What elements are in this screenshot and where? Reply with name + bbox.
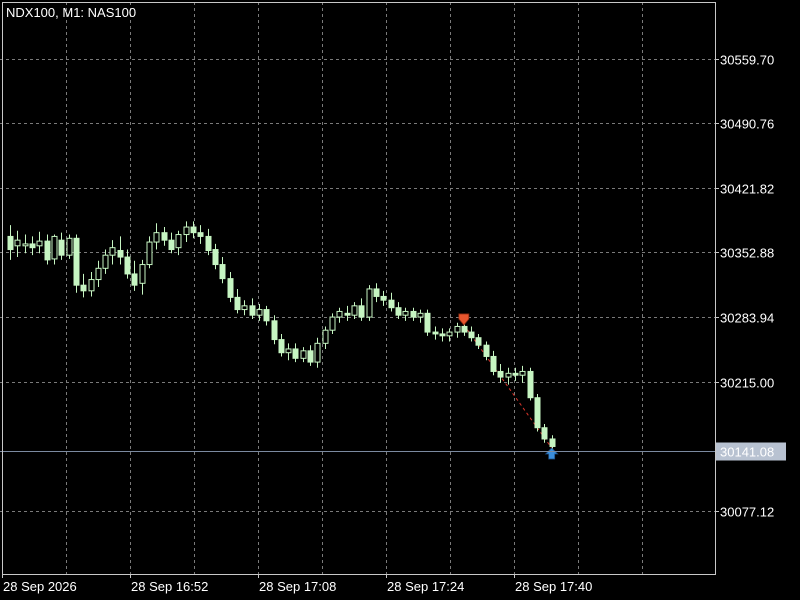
candle-body-up: [285, 348, 292, 354]
candle-body-down: [44, 240, 51, 261]
candle: [534, 393, 541, 432]
candle-body-up: [314, 342, 321, 363]
candle-body-down: [58, 239, 65, 256]
candle-body-down: [292, 348, 299, 359]
candle-body-up: [336, 310, 343, 318]
candle-body-down: [395, 307, 402, 316]
candle-body-up: [183, 226, 190, 236]
candle-body-up: [175, 234, 182, 249]
candle-body-down: [234, 296, 241, 311]
y-tick-label: 30352.88: [720, 246, 774, 261]
candle-body-down: [168, 239, 175, 251]
candle-body-up: [51, 235, 58, 260]
candle-body-down: [468, 331, 475, 339]
candle: [366, 285, 373, 321]
y-tick-label: 30421.82: [720, 182, 774, 197]
candle-body-down: [497, 370, 504, 378]
chart-background: [0, 0, 800, 600]
candle-body-down: [117, 249, 124, 258]
candle-body-up: [300, 350, 307, 359]
candle-body-up: [146, 241, 153, 266]
candle: [527, 367, 534, 401]
price-chart[interactable]: 30559.70 30490.76 30421.82 30352.88 30283.94…: [0, 0, 800, 600]
candle-body-down: [271, 320, 278, 341]
candle-body-up: [417, 312, 424, 318]
candle: [424, 309, 431, 336]
candle-body-up: [88, 279, 95, 292]
candle-body-down: [205, 235, 212, 251]
candle-body-down: [197, 232, 204, 237]
candle-body-down: [263, 309, 270, 322]
candle-body-down: [388, 299, 395, 309]
candle-body-up: [322, 329, 329, 344]
y-tick-label: 30077.12: [720, 505, 774, 520]
current-price-label: 30141.08: [720, 445, 774, 460]
candle-body-down: [212, 249, 219, 266]
y-tick-label: 30490.76: [720, 117, 774, 132]
candle-body-up: [329, 316, 336, 331]
candle-body-down: [410, 310, 417, 318]
candle-body-down: [80, 284, 87, 292]
candle-body-down: [307, 350, 314, 363]
candle-body-up: [454, 325, 461, 333]
candle-body-down: [424, 312, 431, 333]
candle-body-up: [22, 243, 29, 247]
candle-body-up: [241, 305, 248, 311]
chart-title: NDX100, M1: NAS100: [6, 5, 136, 20]
x-tick-label: 28 Sep 17:08: [259, 579, 336, 594]
x-tick-label: 28 Sep 17:40: [515, 579, 592, 594]
candle-body-down: [73, 237, 80, 286]
candle-body-up: [36, 240, 43, 247]
current-price-tag: 30141.08: [716, 442, 786, 461]
y-tick-label: 30215.00: [720, 376, 774, 391]
candle-body-up: [402, 310, 409, 316]
candle-body-down: [373, 288, 380, 297]
candle-body-down: [7, 235, 14, 251]
candle-body-down: [534, 397, 541, 429]
candle-body-down: [541, 427, 548, 440]
candle-body-up: [14, 239, 21, 247]
candle-body-down: [278, 339, 285, 354]
y-tick-label: 30283.94: [720, 311, 774, 326]
candle-body-down: [29, 243, 36, 249]
candle: [73, 234, 80, 293]
candle-body-down: [549, 438, 556, 447]
candle-body-up: [446, 331, 453, 337]
candle-body-up: [66, 237, 73, 256]
candle-body-down: [344, 312, 351, 316]
candle-body-up: [366, 288, 373, 318]
candle-body-up: [505, 372, 512, 378]
candle-body-down: [131, 273, 138, 286]
candle-body-down: [219, 264, 226, 280]
candle-body-up: [351, 305, 358, 316]
candle-body-up: [102, 254, 109, 269]
y-tick-label: 30559.70: [720, 53, 774, 68]
candle: [66, 234, 73, 259]
x-tick-label: 28 Sep 17:24: [387, 579, 464, 594]
candle-body-down: [527, 370, 534, 399]
candle-body-down: [190, 226, 197, 234]
candle-body-down: [380, 295, 387, 301]
candle-body-up: [153, 232, 160, 243]
candle-body-up: [519, 370, 526, 376]
candle-body-down: [227, 278, 234, 298]
candle-body-down: [161, 232, 168, 241]
candle-body-up: [256, 309, 263, 316]
candle-body-down: [358, 305, 365, 318]
candle-body-down: [439, 333, 446, 337]
candle-body-down: [512, 372, 519, 376]
candle-body-down: [124, 256, 131, 275]
candle-body-down: [432, 331, 439, 335]
candle-body-down: [461, 325, 468, 333]
candle-body-down: [483, 344, 490, 357]
x-tick-label: 28 Sep 16:52: [131, 579, 208, 594]
x-tick-label: 28 Sep 2026: [3, 579, 77, 594]
candle-body-down: [249, 305, 256, 316]
candle-body-down: [475, 337, 482, 346]
candle-body-down: [490, 355, 497, 372]
candle-body-up: [95, 267, 102, 281]
candle-body-up: [109, 247, 116, 256]
candle-body-up: [139, 264, 146, 284]
